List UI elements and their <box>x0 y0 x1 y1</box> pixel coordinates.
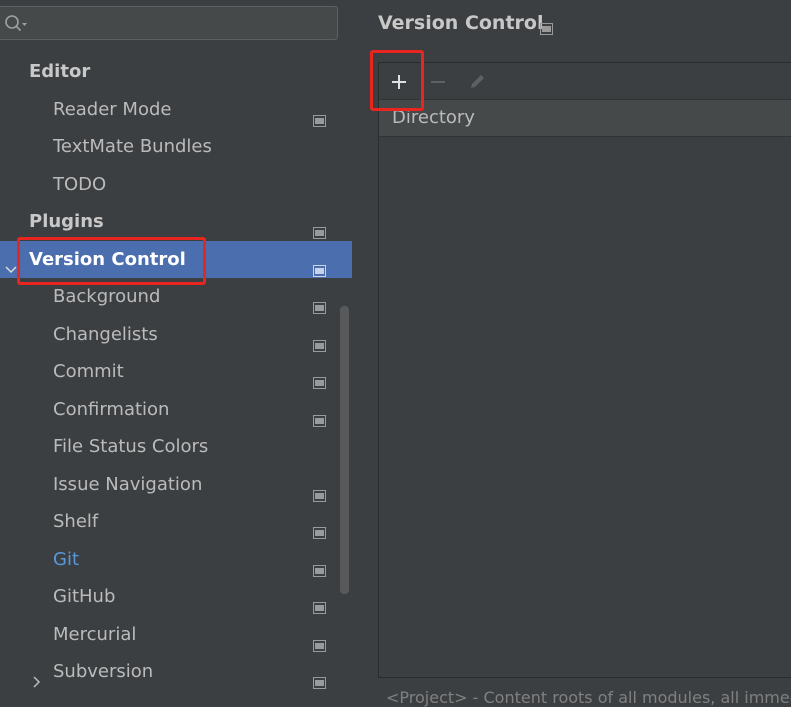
project-settings-icon <box>313 328 326 352</box>
chevron-down-icon[interactable] <box>4 253 18 274</box>
project-settings-icon <box>313 628 326 652</box>
tree-item-editor[interactable]: Editor <box>0 53 352 90</box>
page-title: Version Control <box>378 12 544 34</box>
tree-item-label: Background <box>53 286 161 307</box>
project-settings-icon <box>313 665 326 689</box>
tree-item-label: Issue Navigation <box>53 474 203 495</box>
tree-item-label: Shelf <box>53 511 99 532</box>
tree-item-background[interactable]: Background <box>0 278 352 315</box>
tree-item-github[interactable]: GitHub <box>0 578 352 615</box>
project-settings-icon <box>313 515 326 539</box>
remove-button[interactable] <box>422 67 454 97</box>
tree-item-subversion[interactable]: Subversion <box>0 653 352 690</box>
tree-item-textmate-bundles[interactable]: TextMate Bundles <box>0 128 352 165</box>
tree-item-label: TextMate Bundles <box>53 136 212 157</box>
edit-icon <box>471 75 484 88</box>
tree-item-label: File Status Colors <box>53 436 209 457</box>
search-icon[interactable] <box>4 14 28 34</box>
tree-item-mercurial[interactable]: Mercurial <box>0 616 352 653</box>
table-header: Directory <box>379 100 791 137</box>
project-settings-icon <box>313 553 326 577</box>
tree-item-label: TODO <box>53 174 107 195</box>
chevron-right-icon[interactable] <box>30 665 44 688</box>
tree-item-commit[interactable]: Commit <box>0 353 352 390</box>
project-settings-icon <box>313 478 326 502</box>
tree-item-git[interactable]: Git <box>0 541 352 578</box>
add-icon <box>392 75 406 89</box>
tree-item-label: Reader Mode <box>53 99 172 120</box>
tree-item-changelists[interactable]: Changelists <box>0 316 352 353</box>
tree-item-label: Git <box>53 549 80 570</box>
tree-item-version-control[interactable]: Version Control <box>0 241 352 278</box>
tree-scrollbar[interactable] <box>340 306 349 594</box>
tree-item-label: Version Control <box>29 249 186 270</box>
tree-item-label: Commit <box>53 361 124 382</box>
edit-button[interactable] <box>461 67 493 97</box>
tree-item-label: Plugins <box>29 211 104 232</box>
tree-item-label: Changelists <box>53 324 158 345</box>
project-settings-icon <box>313 290 326 314</box>
column-header-directory[interactable]: Directory <box>392 100 475 136</box>
footnote-text: <Project> - Content roots of all modules… <box>386 688 791 707</box>
project-settings-icon <box>313 253 326 277</box>
add-button[interactable] <box>383 67 415 97</box>
version-control-page: Version Control Directory <Project> - Co… <box>352 0 791 707</box>
tree-item-label: Editor <box>29 61 91 82</box>
tree-item-plugins[interactable]: Plugins <box>0 203 352 240</box>
tree-item-label: Subversion <box>53 661 154 682</box>
project-settings-icon <box>313 403 326 427</box>
tree-item-reader-mode[interactable]: Reader Mode <box>0 91 352 128</box>
project-settings-icon <box>540 19 553 35</box>
directory-mappings-panel: Directory <box>378 62 791 678</box>
tree-item-label: Confirmation <box>53 399 170 420</box>
tree-item-label: Mercurial <box>53 624 137 645</box>
project-settings-icon <box>313 215 326 239</box>
settings-search-input[interactable] <box>0 6 338 40</box>
project-settings-icon <box>313 103 326 127</box>
tree-item-file-status-colors[interactable]: File Status Colors <box>0 428 352 465</box>
mappings-toolbar <box>379 63 791 100</box>
tree-item-todo[interactable]: TODO <box>0 166 352 203</box>
remove-icon <box>431 81 445 83</box>
settings-tree-panel: Editor Reader Mode TextMate Bundles TODO… <box>0 0 352 704</box>
project-settings-icon <box>313 590 326 614</box>
tree-item-label: GitHub <box>53 586 116 607</box>
project-settings-icon <box>313 365 326 389</box>
tree-item-shelf[interactable]: Shelf <box>0 503 352 540</box>
tree-item-confirmation[interactable]: Confirmation <box>0 391 352 428</box>
tree-item-issue-navigation[interactable]: Issue Navigation <box>0 466 352 503</box>
